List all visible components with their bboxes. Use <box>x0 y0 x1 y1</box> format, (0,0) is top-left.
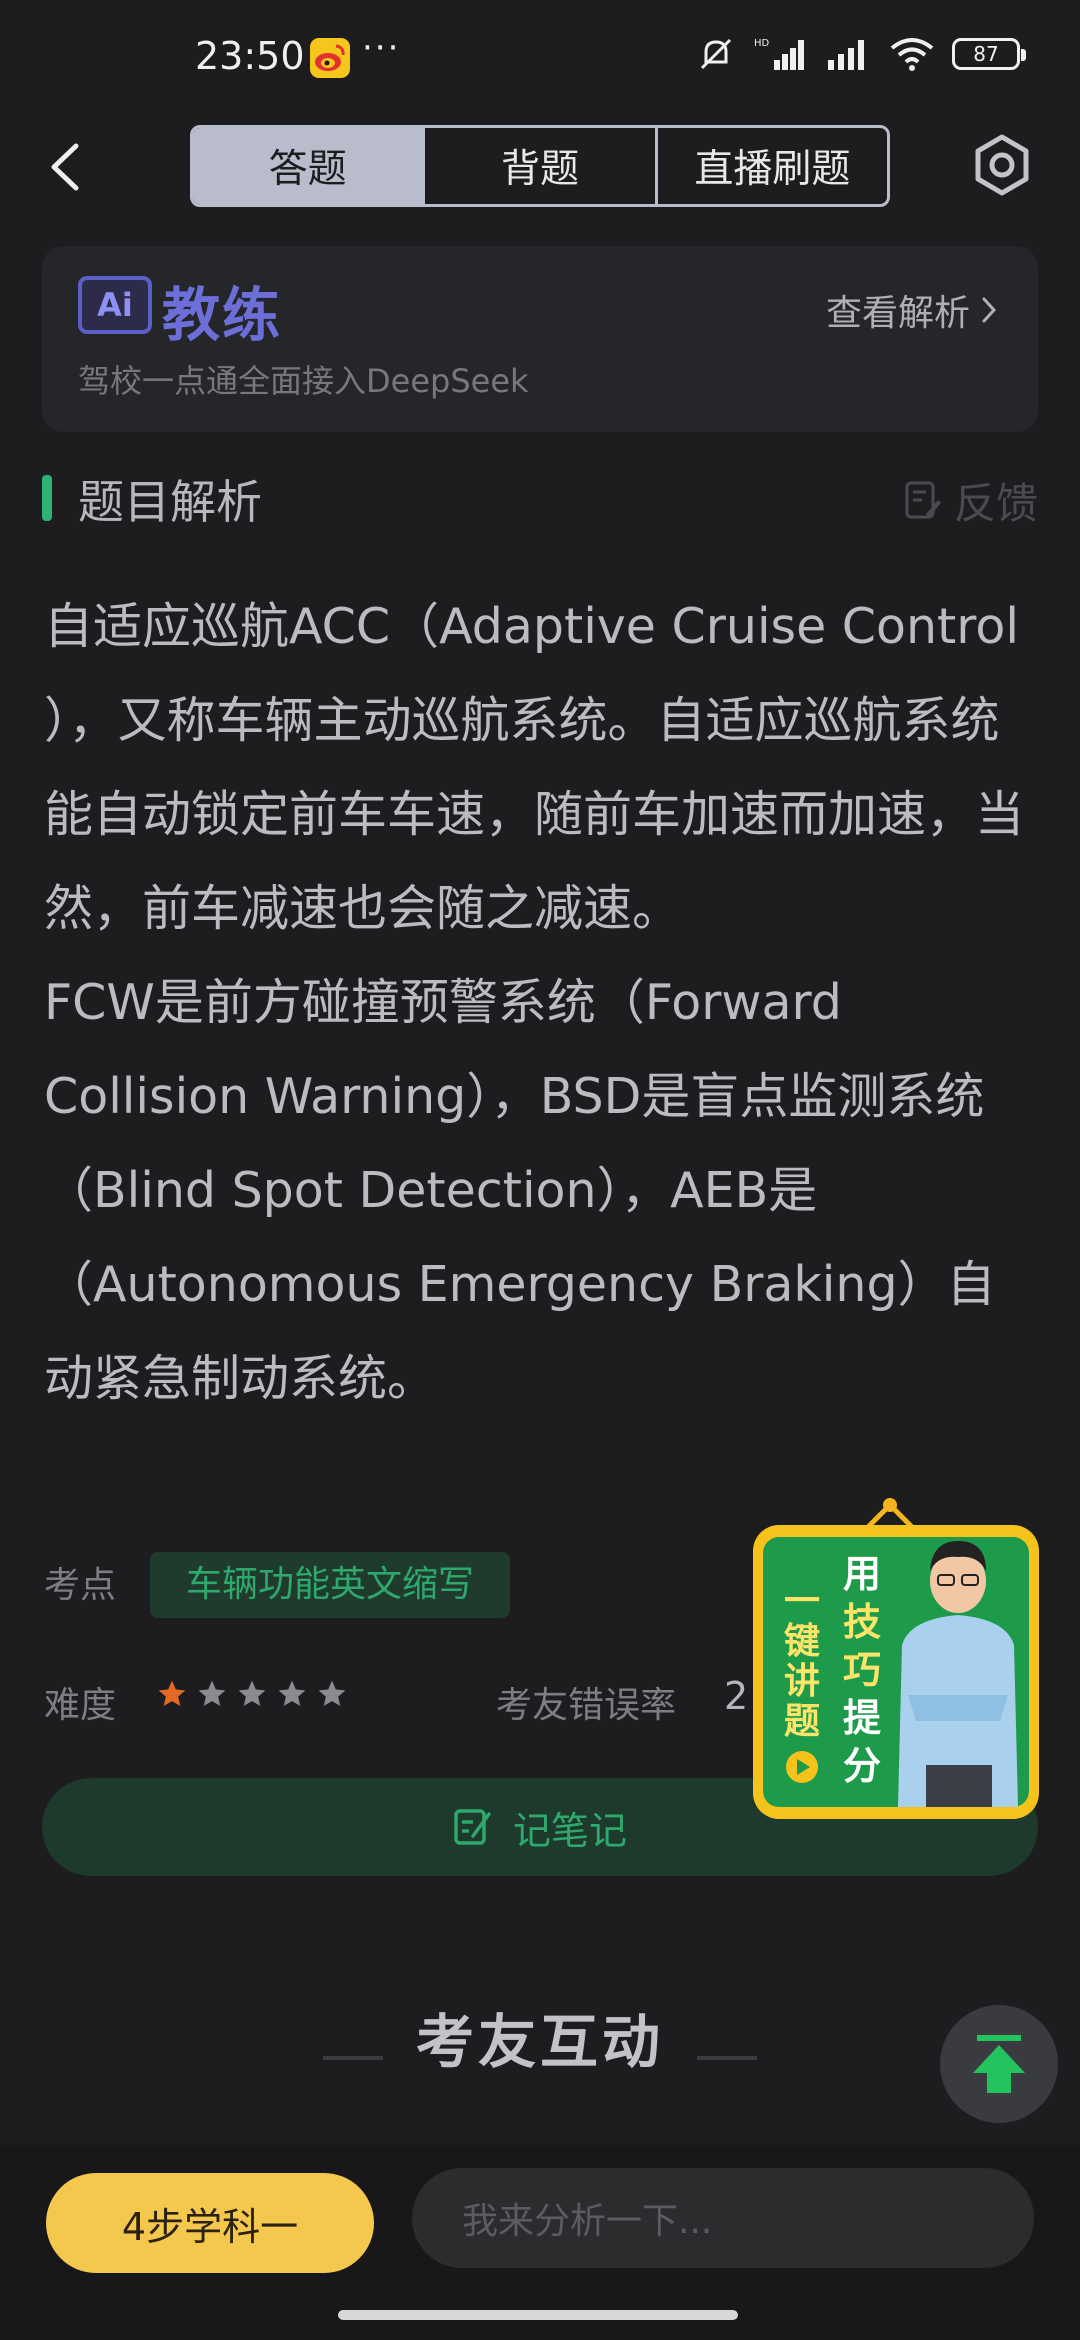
comment-input[interactable]: 我来分析一下... <box>412 2168 1034 2268</box>
explanation-text: 自适应巡航ACC（Adaptive Cruise Control ），又称车辆主… <box>44 598 1025 1407</box>
ai-title: 教练 <box>162 281 283 349</box>
difficulty-label: 难度 <box>44 1685 117 1726</box>
back-arrow-icon[interactable] <box>44 138 88 196</box>
note-edit-icon <box>454 1809 491 1845</box>
feedback-label: 反馈 <box>953 479 1038 528</box>
battery-indicator: 87 <box>952 38 1026 70</box>
promo-right-text: 用 技 巧 提 分 <box>843 1552 881 1788</box>
wifi-icon <box>890 38 934 71</box>
star-icon <box>318 1680 346 1706</box>
interaction-header: 考友互动 <box>0 1995 1080 2079</box>
tab-live-practice[interactable]: 直播刷题 <box>658 128 887 204</box>
key-point-label: 考点 <box>44 1565 117 1606</box>
star-icon <box>238 1680 266 1706</box>
svg-text:技: 技 <box>843 1600 881 1644</box>
difficulty-stars <box>156 1678 348 1710</box>
svg-text:题: 题 <box>784 1701 820 1742</box>
svg-text:一: 一 <box>784 1581 820 1622</box>
take-note-label: 记笔记 <box>512 1808 627 1853</box>
section-title: 题目解析 <box>78 475 262 529</box>
tab-answer[interactable]: 答题 <box>193 128 426 204</box>
four-step-study-button[interactable]: 4步学科一 <box>46 2173 374 2273</box>
signal-icon: HD <box>754 38 804 70</box>
ai-logo: Ai <box>78 276 152 334</box>
mute-icon <box>700 38 732 70</box>
settings-icon[interactable] <box>970 133 1034 197</box>
weibo-icon <box>310 38 350 78</box>
status-time: 23:50 <box>195 34 305 78</box>
view-analysis-label: 查看解析 <box>825 293 970 334</box>
divider-left <box>322 2055 383 2060</box>
scroll-to-top-button[interactable] <box>940 2005 1058 2123</box>
svg-text:巧: 巧 <box>843 1648 881 1692</box>
svg-text:讲: 讲 <box>784 1661 820 1702</box>
home-indicator[interactable] <box>338 2310 738 2320</box>
arrow-up-icon <box>973 2035 1025 2093</box>
ai-coach-card[interactable]: Ai 教练 驾校一点通全面接入DeepSeek 查看解析 <box>42 246 1038 432</box>
error-rate-value: 2 <box>724 1674 749 1718</box>
status-bar: 23:50 ··· HD 87 <box>0 0 1080 118</box>
star-icon <box>158 1680 186 1706</box>
star-icon <box>278 1680 306 1706</box>
section-accent-bar <box>42 475 52 521</box>
svg-text:HD: HD <box>754 38 770 49</box>
svg-text:键: 键 <box>784 1621 820 1662</box>
status-more-dots: ··· <box>362 28 401 68</box>
star-icon <box>198 1680 226 1706</box>
chevron-right-icon <box>982 297 997 323</box>
signal-icon-2 <box>828 40 864 70</box>
mode-tabs: 答题 背题 直播刷题 <box>190 125 890 207</box>
view-analysis-link[interactable]: 查看解析 <box>826 284 998 336</box>
status-icons: HD 87 <box>696 34 1026 74</box>
one-click-explain-promo[interactable]: 一 键 讲 题 用 技 巧 提 分 <box>750 1495 1042 1822</box>
promo-left-text: 一 键 讲 题 <box>784 1581 820 1742</box>
svg-text:分: 分 <box>843 1744 881 1788</box>
svg-text:提: 提 <box>843 1696 881 1740</box>
error-rate-label: 考友错误率 <box>496 1685 677 1726</box>
tab-memorize[interactable]: 背题 <box>425 128 658 204</box>
ai-subtitle: 驾校一点通全面接入DeepSeek <box>78 362 529 400</box>
feedback-button[interactable]: 反馈 <box>904 470 1038 531</box>
edit-feedback-icon <box>905 481 941 518</box>
svg-text:用: 用 <box>843 1552 881 1596</box>
interaction-title: 考友互动 <box>415 2008 664 2076</box>
key-point-tag[interactable]: 车辆功能英文缩写 <box>150 1552 511 1618</box>
divider-right <box>697 2055 758 2060</box>
